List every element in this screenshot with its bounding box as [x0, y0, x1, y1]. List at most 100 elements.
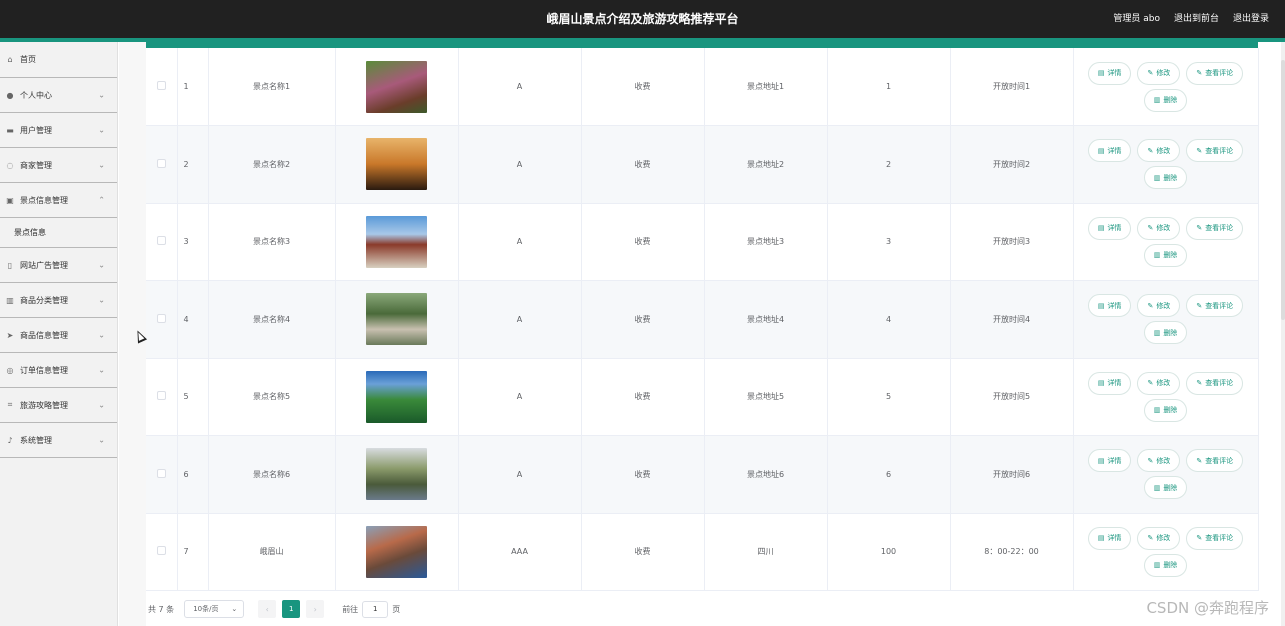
next-page-button[interactable]: › [306, 600, 325, 618]
detail-icon: ▤ [1097, 69, 1105, 77]
scenic-address: 景点地址1 [704, 48, 828, 126]
detail-button[interactable]: ▤ 详情 [1087, 216, 1132, 240]
edit-button[interactable]: ✎ 修改 [1137, 294, 1181, 318]
delete-button[interactable]: ▥ 删除 [1143, 166, 1188, 190]
edit-button[interactable]: ✎ 修改 [1137, 139, 1181, 163]
row-checkbox[interactable] [156, 81, 166, 90]
edit-icon: ✎ [1147, 146, 1154, 155]
row-checkbox[interactable] [156, 313, 166, 323]
trash-icon: ▥ [1153, 328, 1161, 337]
detail-button[interactable]: ▤ 详情 [1087, 449, 1132, 473]
edit-button[interactable]: ✎ 修改 [1137, 526, 1181, 550]
delete-button[interactable]: ▥ 删除 [1143, 398, 1188, 422]
scenic-number: 3 [827, 203, 951, 281]
scenic-image[interactable] [366, 138, 427, 191]
row-checkbox[interactable] [156, 391, 166, 401]
comments-label: 查看评论 [1205, 146, 1234, 155]
scenic-hours: 开放时间5 [950, 358, 1074, 436]
front-link[interactable]: 退出到前台 [1174, 0, 1219, 38]
scenic-hours: 开放时间3 [950, 203, 1074, 281]
scenic-image[interactable] [366, 448, 427, 501]
detail-label: 详情 [1107, 379, 1122, 388]
circle-icon: ◎ [6, 365, 14, 375]
edit-label: 修改 [1156, 301, 1171, 310]
sidebar-item-category[interactable]: ▥ 商品分类管理 ⌄ [0, 283, 117, 318]
sidebar-item-goods[interactable]: ➤ 商品信息管理 ⌄ [0, 318, 117, 353]
detail-label: 详情 [1107, 146, 1122, 155]
row-checkbox[interactable] [156, 546, 166, 556]
sidebar-item-home[interactable]: ⌂ 首页 [0, 42, 117, 78]
chevron-down-icon: ⌄ [98, 125, 105, 135]
detail-icon: ▤ [1097, 224, 1105, 233]
detail-button[interactable]: ▤ 详情 [1087, 139, 1132, 163]
edit-button[interactable]: ✎ 修改 [1137, 61, 1181, 85]
chevron-down-icon: ⌄ [98, 435, 105, 445]
detail-button[interactable]: ▤ 详情 [1087, 294, 1132, 318]
edit-label: 修改 [1156, 224, 1171, 233]
view-comments-button[interactable]: ✎ 查看评论 [1186, 526, 1244, 550]
row-checkbox-cell [146, 513, 178, 591]
row-checkbox-cell [146, 435, 178, 514]
delete-button[interactable]: ▥ 删除 [1143, 88, 1188, 112]
page-size-select[interactable]: 10条/页 ⌄ [184, 600, 245, 618]
scenic-image[interactable] [366, 293, 427, 346]
table-row: 5 景点名称5 A 收费 景点地址5 5 开放时间5 ▤ 详情 ✎ 修改 ✎ 查看评论 ▥ 删除 [146, 358, 1259, 436]
sidebar-item-merchants[interactable]: ◌ 商家管理 ⌄ [0, 148, 117, 183]
detail-button[interactable]: ▤ 详情 [1087, 61, 1132, 85]
edit-button[interactable]: ✎ 修改 [1137, 216, 1181, 240]
sidebar-item-orders[interactable]: ◎ 订单信息管理 ⌄ [0, 353, 117, 388]
row-actions: ▤ 详情 ✎ 修改 ✎ 查看评论 ▥ 删除 [1073, 280, 1259, 359]
edit-icon: ✎ [1147, 224, 1154, 233]
detail-label: 详情 [1107, 224, 1122, 233]
scenic-image[interactable] [366, 370, 427, 423]
scenic-level: A [458, 435, 582, 514]
view-comments-button[interactable]: ✎ 查看评论 [1186, 139, 1244, 163]
scrollbar-thumb[interactable] [1281, 60, 1285, 320]
delete-button[interactable]: ▥ 删除 [1143, 321, 1188, 345]
view-comments-button[interactable]: ✎ 查看评论 [1186, 61, 1244, 85]
row-checkbox[interactable] [156, 468, 166, 478]
logout-link[interactable]: 退出登录 [1233, 0, 1269, 38]
sidebar-item-users[interactable]: ▬ 用户管理 ⌄ [0, 113, 117, 148]
scenic-image[interactable] [366, 215, 427, 268]
scenic-image-cell [335, 358, 459, 436]
scenic-image[interactable] [366, 525, 427, 578]
detail-label: 详情 [1107, 301, 1122, 310]
sidebar-item-ads[interactable]: ▯ 网站广告管理 ⌄ [0, 248, 117, 283]
view-comments-button[interactable]: ✎ 查看评论 [1186, 294, 1244, 318]
sidebar-item-personal[interactable]: ● 个人中心 ⌄ [0, 78, 117, 113]
detail-button[interactable]: ▤ 详情 [1087, 371, 1132, 395]
scenic-image[interactable] [366, 60, 427, 113]
scenic-address: 景点地址5 [704, 358, 828, 436]
delete-button[interactable]: ▥ 删除 [1143, 243, 1188, 267]
edit-button[interactable]: ✎ 修改 [1137, 449, 1181, 473]
sidebar-subitem-scenic-info[interactable]: 景点信息 [0, 218, 117, 248]
sidebar-item-label: 首页 [20, 55, 36, 64]
edit-label: 修改 [1156, 146, 1171, 155]
goto-page-input[interactable]: 1 [362, 600, 389, 618]
delete-button[interactable]: ▥ 删除 [1143, 476, 1188, 500]
detail-button[interactable]: ▤ 详情 [1087, 526, 1132, 550]
sidebar-item-guides[interactable]: ⌗ 旅游攻略管理 ⌄ [0, 388, 117, 423]
scenic-address: 景点地址6 [704, 435, 828, 514]
scenic-name: 景点名称1 [208, 48, 336, 126]
mic-icon: ♪ [7, 435, 13, 445]
row-checkbox[interactable] [156, 236, 166, 246]
page-number-button[interactable]: 1 [282, 600, 301, 618]
view-comments-button[interactable]: ✎ 查看评论 [1186, 216, 1244, 240]
row-checkbox[interactable] [156, 158, 166, 168]
pagination: 共 7 条 10条/页 ⌄ ‹ 1 › 前往 1 页 [148, 599, 400, 619]
edit-button[interactable]: ✎ 修改 [1137, 371, 1181, 395]
prev-page-button[interactable]: ‹ [258, 600, 277, 618]
view-comments-button[interactable]: ✎ 查看评论 [1186, 371, 1244, 395]
scenic-hours: 开放时间4 [950, 280, 1074, 359]
delete-button[interactable]: ▥ 删除 [1143, 553, 1188, 577]
scenic-fee: 收费 [581, 513, 705, 591]
sidebar-item-scenic[interactable]: ▣ 景点信息管理 ⌃ [0, 183, 117, 218]
row-index: 3 [177, 203, 209, 281]
chevron-down-icon: ⌄ [98, 330, 105, 340]
row-index: 2 [177, 125, 209, 204]
sidebar-item-system[interactable]: ♪ 系统管理 ⌄ [0, 423, 117, 458]
view-comments-button[interactable]: ✎ 查看评论 [1186, 449, 1244, 473]
sidebar-item-label: 订单信息管理 [20, 365, 68, 375]
